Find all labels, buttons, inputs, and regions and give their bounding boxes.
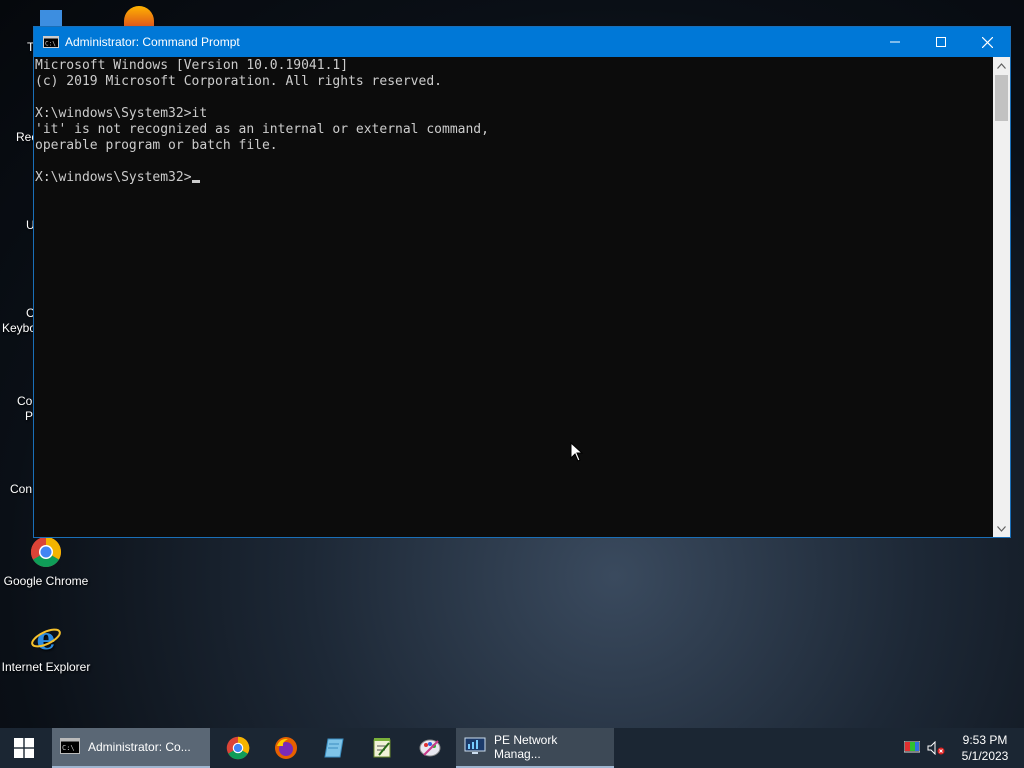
console-output[interactable]: Microsoft Windows [Version 10.0.19041.1]… — [34, 57, 993, 537]
svg-text:e: e — [36, 622, 55, 654]
maximize-icon — [936, 37, 946, 47]
taskbar-pin-paint[interactable] — [406, 728, 454, 768]
cmd-icon: C:\ — [60, 737, 80, 757]
console-prompt: X:\windows\System32> — [35, 170, 192, 185]
desktop-label-partial: Con — [10, 482, 33, 496]
display-settings-icon[interactable] — [900, 741, 924, 755]
scroll-down-arrow-icon[interactable] — [993, 520, 1010, 537]
volume-muted-icon[interactable] — [924, 741, 948, 755]
taskbar: C:\ Administrator: Co... PE Network Mana… — [0, 728, 1024, 768]
desktop-icon-label: Google Chrome — [3, 574, 89, 588]
svg-text:C:\: C:\ — [45, 41, 56, 48]
taskbar-pin-firefox[interactable] — [262, 728, 310, 768]
notebook-icon — [324, 738, 344, 758]
desktop-label-partial: P — [25, 409, 34, 423]
taskbar-pin-notepad[interactable] — [358, 728, 406, 768]
command-prompt-window[interactable]: C:\ Administrator: Command Prompt Micros… — [33, 26, 1011, 538]
console-line: operable program or batch file. — [35, 138, 278, 153]
paint-icon — [419, 739, 441, 757]
console-line: (c) 2019 Microsoft Corporation. All righ… — [35, 74, 442, 89]
console-line: Microsoft Windows [Version 10.0.19041.1] — [35, 58, 349, 73]
internet-explorer-icon: e — [30, 622, 62, 657]
minimize-button[interactable] — [872, 27, 918, 57]
desktop-folder-icon[interactable] — [40, 10, 62, 26]
windows-logo-icon — [14, 738, 34, 758]
minimize-icon — [890, 41, 900, 43]
close-icon — [981, 36, 993, 48]
scroll-up-arrow-icon[interactable] — [993, 57, 1010, 74]
close-button[interactable] — [964, 27, 1010, 57]
desktop-icon-google-chrome[interactable]: Google Chrome — [0, 536, 92, 588]
taskbar-pin-notebook[interactable] — [310, 728, 358, 768]
console-line: 'it' is not recognized as an internal or… — [35, 122, 489, 137]
firefox-desktop-icon[interactable] — [124, 6, 154, 26]
clock-time: 9:53 PM — [962, 733, 1008, 747]
desktop-label-partial: Co — [17, 394, 33, 408]
chrome-icon — [226, 736, 250, 760]
taskbar-item-command-prompt[interactable]: C:\ Administrator: Co... — [52, 728, 210, 768]
desktop-icon-internet-explorer[interactable]: e Internet Explorer — [0, 622, 92, 674]
desktop-label-partial: Keybo — [2, 321, 37, 335]
svg-text:C:\: C:\ — [62, 744, 75, 752]
maximize-button[interactable] — [918, 27, 964, 57]
chrome-icon — [30, 536, 62, 568]
notepad-icon — [373, 738, 391, 758]
vertical-scrollbar[interactable] — [993, 57, 1010, 537]
taskbar-item-label: Administrator: Co... — [88, 740, 191, 754]
console-line: X:\windows\System32>it — [35, 106, 208, 121]
window-titlebar[interactable]: C:\ Administrator: Command Prompt — [34, 27, 1010, 57]
text-cursor — [191, 180, 200, 183]
start-button[interactable] — [0, 728, 48, 768]
desktop-icon-label: Internet Explorer — [1, 660, 91, 674]
console-prompt-line[interactable]: X:\windows\System32> — [35, 170, 993, 186]
mouse-pointer-icon — [570, 442, 583, 462]
taskbar-clock[interactable]: 9:53 PM 5/1/2023 — [954, 732, 1016, 764]
cmd-icon: C:\ — [43, 36, 59, 48]
taskbar-pin-chrome[interactable] — [214, 728, 262, 768]
scrollbar-thumb[interactable] — [995, 75, 1008, 121]
window-title: Administrator: Command Prompt — [65, 35, 240, 49]
system-tray: 9:53 PM 5/1/2023 — [900, 728, 1024, 768]
taskbar-item-label: PE Network Manag... — [494, 733, 558, 761]
firefox-icon — [275, 737, 297, 759]
network-manager-icon — [464, 737, 486, 758]
clock-date: 5/1/2023 — [961, 749, 1009, 763]
taskbar-item-pe-network-manager[interactable]: PE Network Manag... — [456, 728, 614, 768]
